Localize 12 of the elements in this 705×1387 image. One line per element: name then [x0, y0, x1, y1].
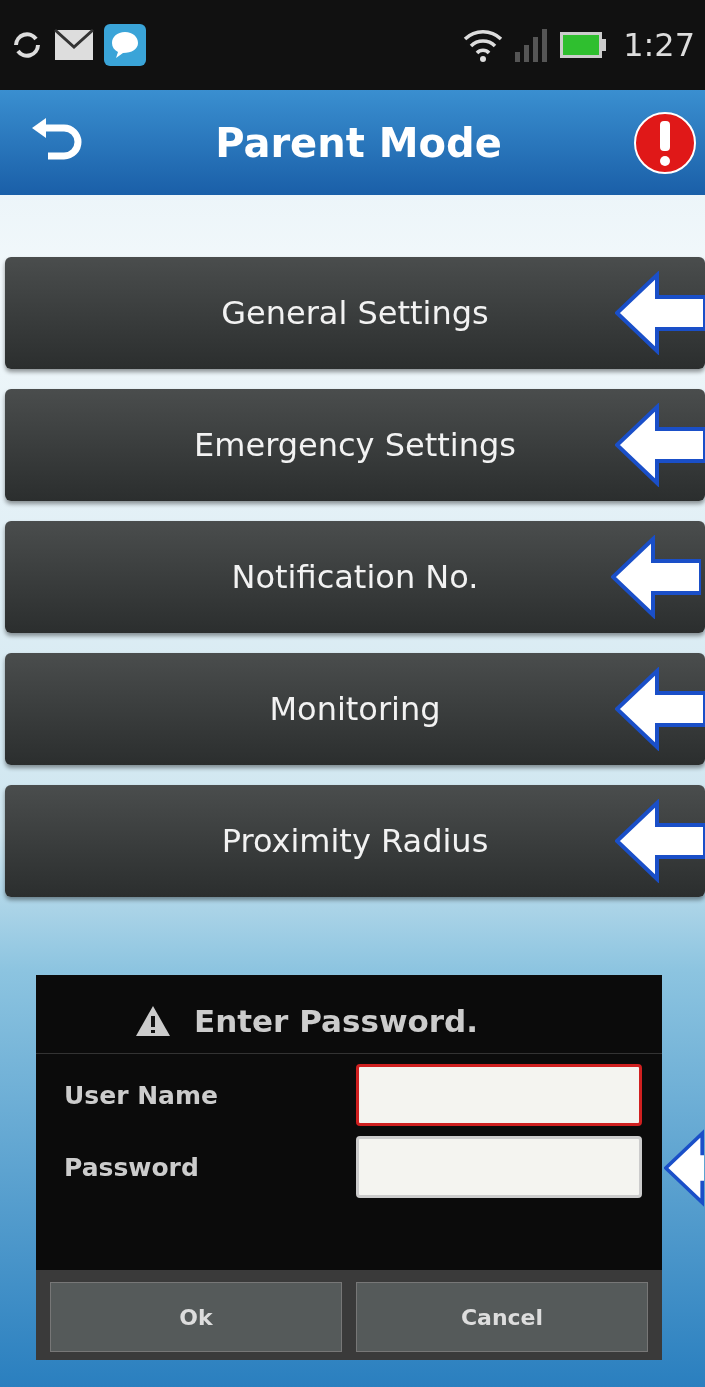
menu-button[interactable]: Emergency Settings: [5, 389, 705, 501]
dialog-button[interactable]: Cancel: [356, 1282, 648, 1352]
field-label: Password: [64, 1152, 199, 1182]
dialog-title: Enter Password.: [194, 1003, 479, 1039]
screen-title: Parent Mode: [215, 119, 502, 166]
field-label: User Name: [64, 1080, 218, 1110]
menu-button[interactable]: Notification No.: [5, 521, 705, 633]
dialog-button[interactable]: Ok: [50, 1282, 342, 1352]
menu-button[interactable]: Proximity Radius: [5, 785, 705, 897]
status-time: 1:27: [623, 26, 695, 64]
menu-button[interactable]: General Settings: [5, 257, 705, 369]
menu-button[interactable]: Monitoring: [5, 653, 705, 765]
